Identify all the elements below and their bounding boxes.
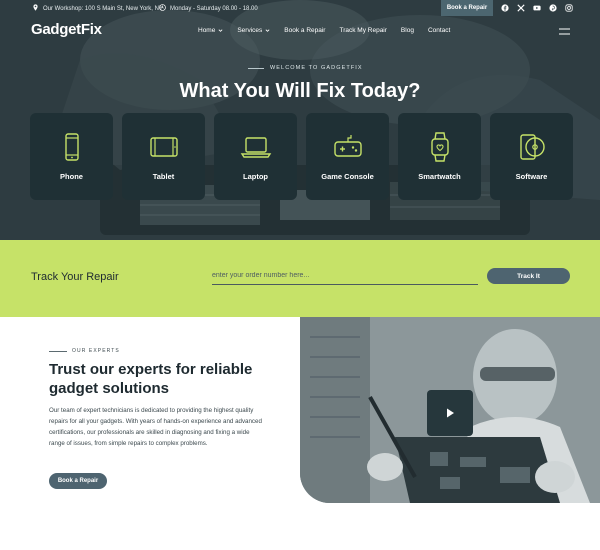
category-card-laptop[interactable]: Laptop [214, 113, 297, 200]
category-label: Software [515, 172, 548, 181]
hero-title: What You Will Fix Today? [179, 80, 421, 102]
track-it-button[interactable]: Track It [487, 268, 570, 284]
gamepad-icon [333, 135, 362, 157]
category-card-smartwatch[interactable]: Smartwatch [398, 113, 481, 200]
youtube-icon[interactable] [532, 3, 542, 13]
nav-track-repair[interactable]: Track My Repair [339, 27, 386, 34]
topbar-book-repair-button[interactable]: Book a Repair [441, 0, 493, 16]
hours-text: Monday - Saturday 08.00 - 18.00 [170, 5, 258, 12]
top-bar: Our Workshop: 100 S Main St, New York, N… [0, 0, 600, 16]
category-label: Smartwatch [418, 172, 461, 181]
nav-book-repair-label: Book a Repair [284, 27, 326, 34]
x-twitter-icon[interactable] [516, 3, 526, 13]
experts-title: Trust our experts for reliable gadget so… [49, 361, 253, 397]
nav-book-repair[interactable]: Book a Repair [284, 27, 325, 34]
category-card-game-console[interactable]: Game Console [306, 113, 389, 200]
social-links [500, 3, 574, 13]
address-text: Our Workshop: 100 S Main St, New York, N… [43, 5, 163, 12]
hero-eyebrow-text: WELCOME TO GADGETFIX [270, 65, 363, 71]
main-nav: Home Services Book a Repair Track My Rep… [198, 27, 450, 34]
experts-eyebrow: OUR EXPERTS [49, 348, 120, 354]
category-label: Tablet [152, 172, 175, 181]
technician-video-thumbnail[interactable] [300, 317, 600, 503]
play-video-button[interactable] [427, 390, 473, 436]
category-label: Game Console [321, 172, 374, 181]
address-info: Our Workshop: 100 S Main St, New York, N… [32, 4, 163, 13]
location-pin-icon [32, 4, 39, 13]
clock-icon [159, 4, 166, 13]
facebook-icon[interactable] [500, 3, 510, 13]
chevron-down-icon [218, 29, 223, 32]
site-logo[interactable]: GadgetFix [31, 21, 102, 38]
nav-home-label: Home [198, 27, 216, 34]
nav-home[interactable]: Home [198, 27, 223, 34]
order-number-input[interactable] [212, 267, 478, 285]
nav-services[interactable]: Services [237, 27, 270, 34]
category-card-phone[interactable]: Phone [30, 113, 113, 200]
experts-book-repair-button[interactable]: Book a Repair [49, 473, 107, 489]
category-label: Phone [60, 172, 83, 181]
phone-icon [64, 133, 79, 161]
nav-contact[interactable]: Contact [428, 27, 450, 34]
software-disc-icon [519, 134, 545, 160]
tablet-icon [149, 137, 178, 157]
nav-blog-label: Blog [400, 27, 414, 34]
category-label: Laptop [243, 172, 268, 181]
pinterest-icon[interactable] [548, 3, 558, 13]
smartwatch-icon [430, 132, 449, 162]
experts-description: Our team of expert technicians is dedica… [49, 407, 262, 447]
hours-info: Monday - Saturday 08.00 - 18.00 [159, 4, 258, 13]
eyebrow-divider [49, 350, 67, 352]
laptop-icon [240, 137, 271, 158]
chevron-down-icon [265, 29, 270, 32]
track-title: Track Your Repair [31, 271, 119, 283]
category-card-software[interactable]: Software [490, 113, 573, 200]
hero-eyebrow: WELCOME TO GADGETFIX [248, 65, 363, 71]
hero-section: Our Workshop: 100 S Main St, New York, N… [0, 0, 600, 240]
category-cards: Phone Tablet Laptop Game Console Smartwa… [30, 113, 573, 200]
play-icon [447, 408, 454, 418]
hamburger-menu-icon[interactable] [559, 28, 570, 35]
nav-track-repair-label: Track My Repair [339, 27, 387, 34]
nav-blog[interactable]: Blog [401, 27, 414, 34]
instagram-icon[interactable] [564, 3, 574, 13]
nav-services-label: Services [237, 27, 263, 34]
experts-eyebrow-text: OUR EXPERTS [72, 348, 120, 354]
nav-contact-label: Contact [427, 27, 451, 34]
eyebrow-divider [248, 67, 264, 69]
category-card-tablet[interactable]: Tablet [122, 113, 205, 200]
